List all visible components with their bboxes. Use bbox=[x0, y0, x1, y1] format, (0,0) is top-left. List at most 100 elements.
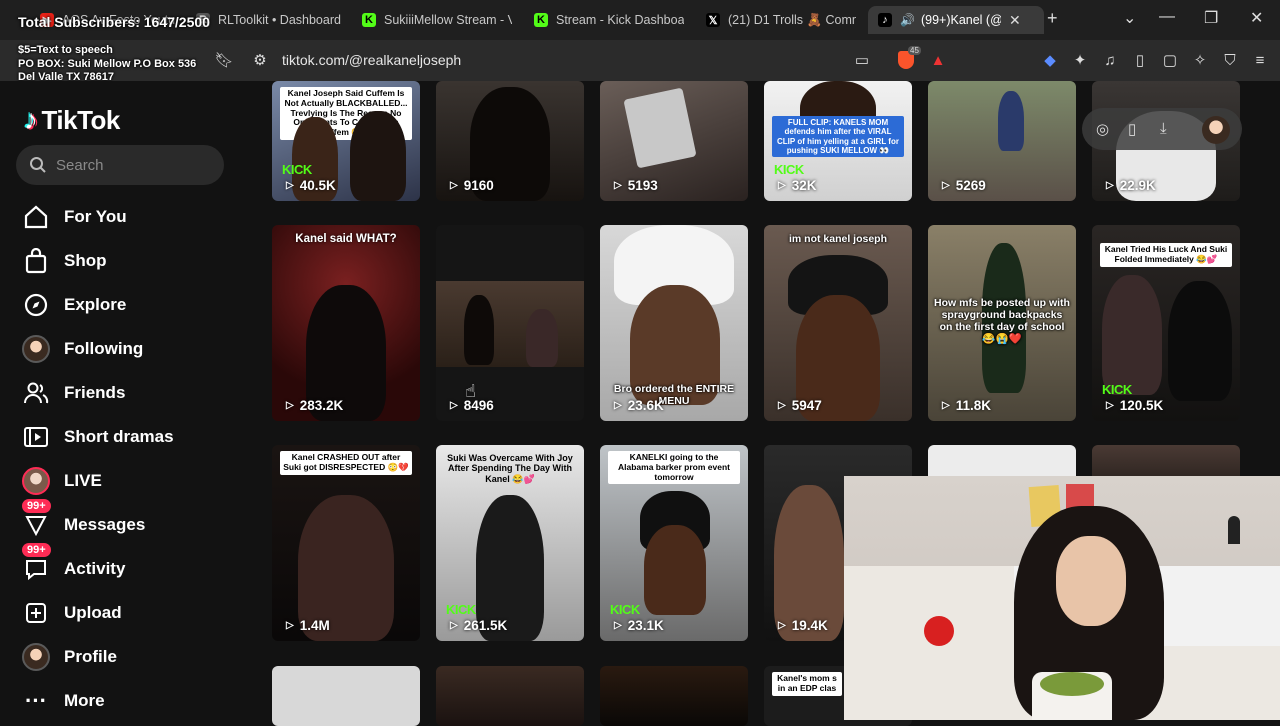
cast-icon[interactable]: ▭ bbox=[852, 50, 872, 70]
more-icon: ··· bbox=[25, 688, 47, 713]
extensions-puzzle-icon[interactable]: ✦ bbox=[1070, 50, 1090, 70]
shopping-bag-icon bbox=[20, 245, 52, 277]
view-count: ▷ 19.4K bbox=[778, 618, 828, 633]
tab-kick-dashboard[interactable]: K Stream - Kick Dashboa bbox=[534, 6, 684, 34]
tts-notice: $5=Text to speech bbox=[18, 44, 113, 56]
play-icon: ▷ bbox=[942, 180, 950, 191]
minimize-button[interactable]: — bbox=[1159, 8, 1175, 26]
avatar bbox=[20, 641, 52, 673]
menu-icon[interactable]: ≡ bbox=[1250, 50, 1270, 70]
video-thumbnail[interactable]: ▷ 8496 bbox=[436, 225, 584, 421]
view-count: ▷ 5269 bbox=[942, 178, 986, 193]
nav-live[interactable]: LIVE bbox=[20, 465, 102, 497]
leo-ai-icon[interactable]: ✧ bbox=[1190, 50, 1210, 70]
restore-button[interactable]: ❐ bbox=[1204, 8, 1218, 28]
nav-for-you[interactable]: For You bbox=[20, 201, 127, 233]
play-icon: ▷ bbox=[450, 400, 458, 411]
po-box-line-1: PO BOX: Suki Mellow P.O Box 536 bbox=[18, 58, 197, 70]
home-icon bbox=[20, 201, 52, 233]
video-thumbnail[interactable] bbox=[600, 666, 748, 726]
activity-badge: 99+ bbox=[22, 543, 51, 557]
search-input[interactable]: Search bbox=[16, 145, 224, 185]
search-icon bbox=[28, 155, 48, 175]
view-count: ▷ 23.1K bbox=[614, 618, 664, 633]
vpn-shield-icon[interactable]: ⛉ bbox=[1220, 50, 1240, 70]
brave-shields-icon[interactable]: 45 bbox=[896, 46, 921, 70]
tiktok-mini-icon[interactable]: ◎ bbox=[1096, 120, 1109, 138]
video-thumbnail[interactable] bbox=[436, 666, 584, 726]
play-icon: ▷ bbox=[286, 620, 294, 631]
bookmark-icon[interactable]: 🔖︎ bbox=[214, 50, 234, 70]
tab-search-chevron-icon[interactable]: ⌄ bbox=[1123, 8, 1136, 28]
sidebar-toggle-icon[interactable]: ▯ bbox=[1130, 50, 1150, 70]
plus-square-icon bbox=[20, 597, 52, 629]
view-count: ▷ 283.2K bbox=[286, 398, 344, 413]
video-thumbnail[interactable]: Bro ordered the ENTIRE MENU ▷ 23.6K bbox=[600, 225, 748, 421]
video-thumbnail[interactable]: ▷ 9160 bbox=[436, 81, 584, 201]
view-count: ▷ 23.6K bbox=[614, 398, 664, 413]
music-note-icon[interactable]: ♫ bbox=[1100, 50, 1120, 70]
play-icon: ▷ bbox=[1106, 180, 1114, 191]
video-thumbnail[interactable]: How mfs be posted up with sprayground ba… bbox=[928, 225, 1076, 421]
nav-profile[interactable]: Profile bbox=[20, 641, 117, 673]
nav-following[interactable]: Following bbox=[20, 333, 143, 365]
nav-upload[interactable]: Upload bbox=[20, 597, 122, 629]
new-tab-button[interactable]: + bbox=[1047, 8, 1058, 29]
wallet-icon[interactable]: ▢ bbox=[1160, 50, 1180, 70]
video-thumbnail[interactable]: ▷ 5193 bbox=[600, 81, 748, 201]
play-icon: ▷ bbox=[450, 180, 458, 191]
messages-icon: 99+ bbox=[20, 499, 52, 541]
nav-shop[interactable]: Shop bbox=[20, 245, 107, 277]
speaker-icon: 🔊 bbox=[900, 13, 915, 27]
brave-rewards-icon[interactable]: ▲ bbox=[928, 50, 948, 70]
play-icon: ▷ bbox=[614, 620, 622, 631]
video-thumbnail[interactable]: Suki Was Overcame With Joy After Spendin… bbox=[436, 445, 584, 641]
tiktok-icon: ♪ bbox=[878, 13, 892, 27]
download-icon[interactable]: ⤓ bbox=[1160, 120, 1167, 137]
avatar bbox=[20, 333, 52, 365]
tiktok-logo[interactable]: ♪ TikTok bbox=[24, 104, 120, 136]
nav-friends[interactable]: Friends bbox=[20, 377, 125, 409]
video-thumbnail[interactable]: im not kanel joseph ▷ 5947 bbox=[764, 225, 912, 421]
device-icon[interactable]: ▯ bbox=[1128, 120, 1136, 138]
video-thumbnail[interactable]: Kanel Joseph Said Cuffem Is Not Actually… bbox=[272, 81, 420, 201]
tab-tiktok-active[interactable]: ♪ 🔊 (99+)Kanel (@re ✕ bbox=[868, 6, 1044, 34]
nav-explore[interactable]: Explore bbox=[20, 289, 126, 321]
video-thumbnail[interactable] bbox=[272, 666, 420, 726]
play-icon: ▷ bbox=[778, 620, 786, 631]
view-count: ▷ 5193 bbox=[614, 178, 658, 193]
play-icon: ▷ bbox=[942, 400, 950, 411]
play-icon: ▷ bbox=[778, 180, 786, 191]
view-count: ▷ 22.9K bbox=[1106, 178, 1156, 193]
nav-activity[interactable]: 99+ Activity bbox=[20, 543, 125, 585]
tab-x-trolls[interactable]: 𝕏 (21) D1 Trolls 🧸 Comm bbox=[706, 6, 856, 34]
webcam-overlay bbox=[844, 476, 1280, 720]
nav-more[interactable]: ··· More bbox=[20, 685, 105, 717]
kick-icon: K bbox=[534, 13, 548, 27]
tab-kick-stream[interactable]: K SukiiiMellow Stream - V bbox=[362, 6, 512, 34]
video-thumbnail[interactable]: Kanel Tried His Luck And Suki Folded Imm… bbox=[1092, 225, 1240, 421]
video-thumbnail[interactable]: KANELKI going to the Alabama barker prom… bbox=[600, 445, 748, 641]
messages-badge: 99+ bbox=[22, 499, 51, 513]
play-icon: ▷ bbox=[614, 180, 622, 191]
play-icon: ▷ bbox=[1106, 400, 1114, 411]
tab-rltoolkit[interactable]: R RLToolkit • Dashboard bbox=[196, 6, 346, 34]
video-thumbnail[interactable]: FULL CLIP: KANELS MOM defends him after … bbox=[764, 81, 912, 201]
avatar[interactable] bbox=[1202, 116, 1230, 144]
view-count: ▷ 1.4M bbox=[286, 618, 330, 633]
close-tab-icon[interactable]: ✕ bbox=[1009, 12, 1021, 29]
video-thumbnail[interactable]: Kanel said WHAT? ▷ 283.2K bbox=[272, 225, 420, 421]
compass-icon bbox=[20, 289, 52, 321]
video-thumbnail[interactable]: Kanel CRASHED OUT after Suki got DISRESP… bbox=[272, 445, 420, 641]
site-info-icon[interactable]: ⚙︎ bbox=[250, 50, 270, 70]
extension-shield-icon[interactable]: ◆ bbox=[1040, 50, 1060, 70]
url-field[interactable]: tiktok.com/@realkaneljoseph bbox=[282, 52, 461, 68]
nav-messages[interactable]: 99+ Messages bbox=[20, 499, 145, 541]
x-icon: 𝕏 bbox=[706, 13, 720, 27]
view-count: ▷ 120.5K bbox=[1106, 398, 1164, 413]
film-icon bbox=[20, 421, 52, 453]
video-thumbnail[interactable]: ▷ 5269 bbox=[928, 81, 1076, 201]
play-icon: ▷ bbox=[286, 180, 294, 191]
close-window-button[interactable]: ✕ bbox=[1250, 8, 1263, 28]
nav-short-dramas[interactable]: Short dramas bbox=[20, 421, 174, 453]
